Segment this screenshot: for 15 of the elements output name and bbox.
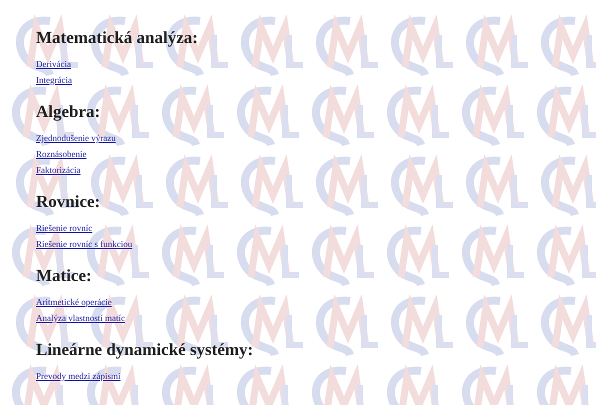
topic-link[interactable]: Integrácia [36,72,72,88]
topic-link[interactable]: Derivácia [36,56,71,72]
topic-link[interactable]: Prevody medzi zápismi [36,368,120,384]
topic-link[interactable]: Riešenie rovníc [36,220,92,236]
topic-link[interactable]: Analýza vlastností matíc [36,310,125,326]
section-heading: Algebra: [36,102,102,122]
section-heading: Lineárne dynamické systémy: [36,340,254,360]
section-heading: Matematická analýza: [36,28,199,48]
section-heading: Rovnice: [36,192,102,212]
topic-link[interactable]: Zjednodušenie výrazu [36,130,116,146]
topic-link[interactable]: Aritmetické operácie [36,294,112,310]
section-heading: Matice: [36,266,93,286]
topic-link[interactable]: Faktorizácia [36,162,80,178]
topic-link[interactable]: Riešenie rovníc s funkciou [36,236,132,252]
topic-link[interactable]: Roznásobenie [36,146,86,162]
